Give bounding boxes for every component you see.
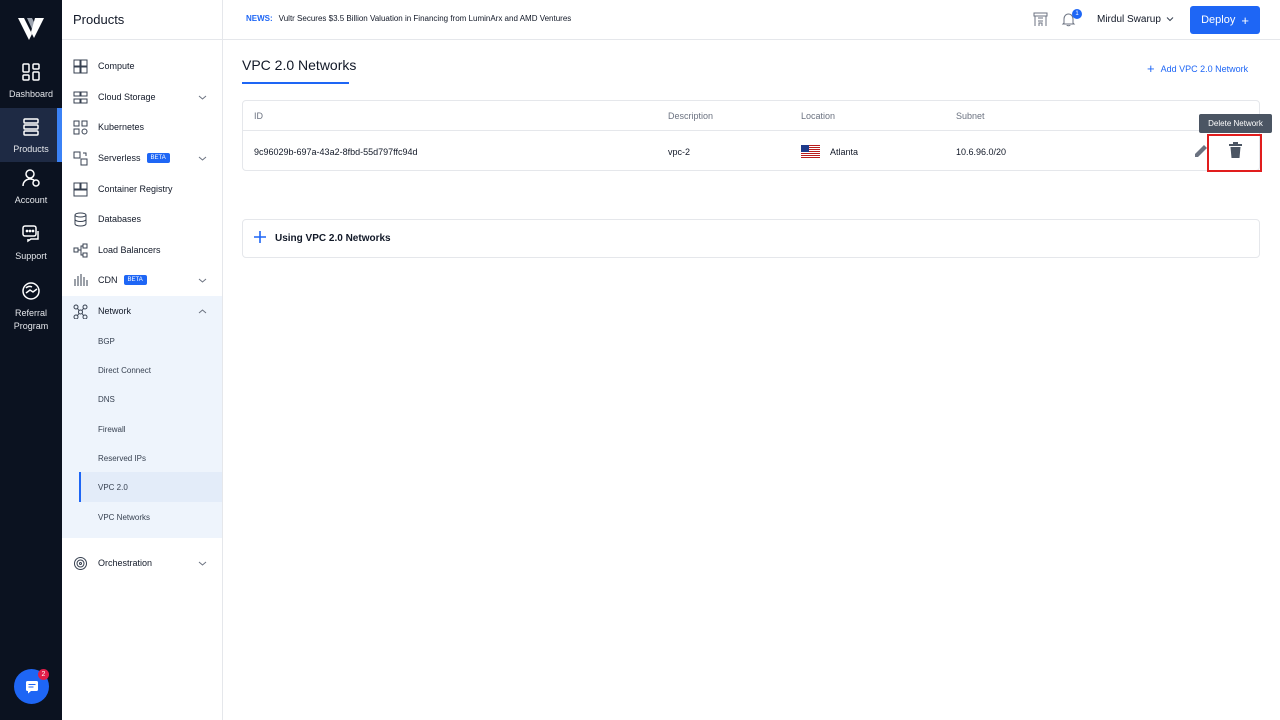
vpc-location-cell: Atlanta	[830, 147, 859, 157]
dashboard-icon	[22, 63, 40, 81]
column-header-subnet[interactable]: Subnet	[956, 111, 985, 121]
sidebar-item-label: Databases	[98, 214, 142, 224]
beta-badge: BETA	[146, 153, 170, 164]
chevron-down-icon	[198, 278, 207, 283]
table-header	[243, 101, 1259, 131]
sidebar-item-compute[interactable]: Compute	[62, 51, 222, 81]
column-header-location[interactable]: Location	[801, 111, 835, 121]
sidebar-item-label: Load Balancers	[98, 245, 161, 255]
sidebar-subitem-vpc-networks[interactable]: VPC Networks	[98, 513, 150, 522]
vultr-logo-icon[interactable]	[18, 16, 44, 40]
marketplace-icon[interactable]	[1033, 12, 1048, 27]
sidebar-item-label: Kubernetes	[98, 122, 145, 132]
vpc-description-cell: vpc-2	[668, 147, 691, 157]
user-menu[interactable]: Mirdul Swarup	[1097, 14, 1161, 25]
chat-badge: 2	[38, 669, 49, 680]
sidebar-item-orchestration[interactable]: Orchestration	[62, 548, 222, 578]
sidebar-item-label: Network	[98, 306, 132, 316]
database-icon	[74, 212, 87, 227]
sidebar-subitem-direct-connect[interactable]: Direct Connect	[98, 366, 151, 375]
tab-underline	[242, 82, 349, 84]
column-header-id[interactable]: ID	[254, 111, 263, 121]
rail-item-products[interactable]: Products	[0, 108, 62, 162]
referral-icon	[22, 282, 40, 300]
add-vpc-network-button[interactable]: + Add VPC 2.0 Network	[1147, 61, 1249, 76]
rail-label: Referral Program	[13, 308, 49, 331]
plus-icon: +	[1147, 61, 1155, 76]
sidebar-item-label: Orchestration	[98, 558, 153, 568]
plus-icon: +	[1241, 12, 1249, 28]
page-title: VPC 2.0 Networks	[242, 57, 357, 73]
column-header-description[interactable]: Description	[668, 111, 713, 121]
sidebar-item-label: Compute	[98, 61, 135, 71]
sidebar-item-label: Serverless BETA	[98, 153, 170, 164]
kubernetes-icon	[73, 120, 88, 134]
rail-label: Dashboard	[8, 89, 54, 99]
products-sidebar: Products Compute Cloud Storage Kubernete…	[62, 0, 223, 720]
rail-label: Products	[13, 144, 49, 154]
trash-icon[interactable]	[1228, 142, 1243, 159]
compute-icon	[73, 59, 88, 73]
top-bar: NEWS: Vultr Secures $3.5 Billion Valuatio…	[223, 0, 1280, 40]
rail-item-referral[interactable]: Referral Program	[0, 281, 62, 335]
sidebar-subitem-bgp[interactable]: BGP	[98, 337, 115, 346]
sidebar-title: Products	[73, 12, 125, 27]
account-icon	[22, 169, 40, 187]
deploy-label: Deploy	[1201, 14, 1236, 26]
vpc-id-cell[interactable]: 9c96029b-697a-43a2-8fbd-55d797ffc94d	[254, 147, 417, 157]
deploy-button[interactable]: Deploy +	[1190, 6, 1260, 34]
beta-badge: BETA	[123, 275, 147, 286]
sidebar-item-kubernetes[interactable]: Kubernetes	[62, 112, 222, 142]
container-registry-icon	[73, 182, 88, 196]
sidebar-subitem-reserved-ips[interactable]: Reserved IPs	[98, 454, 146, 463]
sidebar-item-label: CDN BETA	[98, 275, 147, 286]
sidebar-item-cloud-storage[interactable]: Cloud Storage	[62, 82, 222, 112]
using-vpc-accordion[interactable]: Using VPC 2.0 Networks	[242, 219, 1260, 258]
sidebar-subitem-dns[interactable]: DNS	[98, 395, 115, 404]
notification-badge: 1	[1072, 9, 1082, 19]
rail-label: Account	[14, 195, 48, 205]
sidebar-item-label: Cloud Storage	[98, 92, 156, 102]
news-ticker[interactable]: NEWS: Vultr Secures $3.5 Billion Valuatio…	[246, 14, 571, 23]
load-balancer-icon	[73, 243, 88, 257]
add-vpc-label: Add VPC 2.0 Network	[1160, 64, 1249, 74]
rail-item-support[interactable]: Support	[0, 224, 62, 268]
sidebar-item-container-registry[interactable]: Container Registry	[62, 174, 222, 204]
sidebar-item-databases[interactable]: Databases	[62, 204, 222, 234]
left-rail: Dashboard Products Account Support Refer…	[0, 0, 62, 720]
cdn-icon	[74, 273, 88, 286]
serverless-icon	[73, 151, 88, 165]
plus-icon	[254, 231, 266, 243]
sidebar-item-label: Container Registry	[98, 184, 173, 194]
support-icon	[22, 225, 39, 243]
divider	[62, 39, 223, 40]
vpc-subnet-cell: 10.6.96.0/20	[956, 147, 1007, 157]
accordion-label: Using VPC 2.0 Networks	[275, 233, 391, 244]
vpc-table: ID Description Location Subnet 9c96029b-…	[242, 100, 1260, 171]
rail-item-dashboard[interactable]: Dashboard	[0, 62, 62, 106]
sidebar-subitem-vpc-2[interactable]: VPC 2.0	[98, 483, 128, 492]
sidebar-item-network[interactable]: Network	[62, 296, 222, 326]
rail-item-account[interactable]: Account	[0, 168, 62, 212]
products-icon	[23, 118, 39, 136]
chevron-up-icon	[198, 308, 207, 313]
news-text: Vultr Secures $3.5 Billion Valuation in …	[278, 14, 572, 23]
chevron-down-icon[interactable]	[1166, 15, 1174, 23]
orchestration-icon	[74, 556, 87, 570]
chat-icon	[25, 680, 38, 693]
sidebar-subitem-firewall[interactable]: Firewall	[98, 425, 126, 434]
chevron-down-icon	[198, 156, 207, 161]
news-label: NEWS:	[246, 14, 273, 23]
us-flag-icon	[801, 145, 820, 158]
sidebar-item-serverless[interactable]: Serverless BETA	[62, 143, 222, 173]
chevron-down-icon	[198, 95, 207, 100]
delete-tooltip: Delete Network	[1199, 114, 1272, 133]
network-icon	[73, 304, 88, 319]
sidebar-item-load-balancers[interactable]: Load Balancers	[62, 235, 222, 265]
rail-label: Support	[15, 251, 47, 261]
chevron-down-icon	[198, 561, 207, 566]
cloud-storage-icon	[73, 91, 88, 103]
sidebar-item-cdn[interactable]: CDN BETA	[62, 265, 222, 295]
